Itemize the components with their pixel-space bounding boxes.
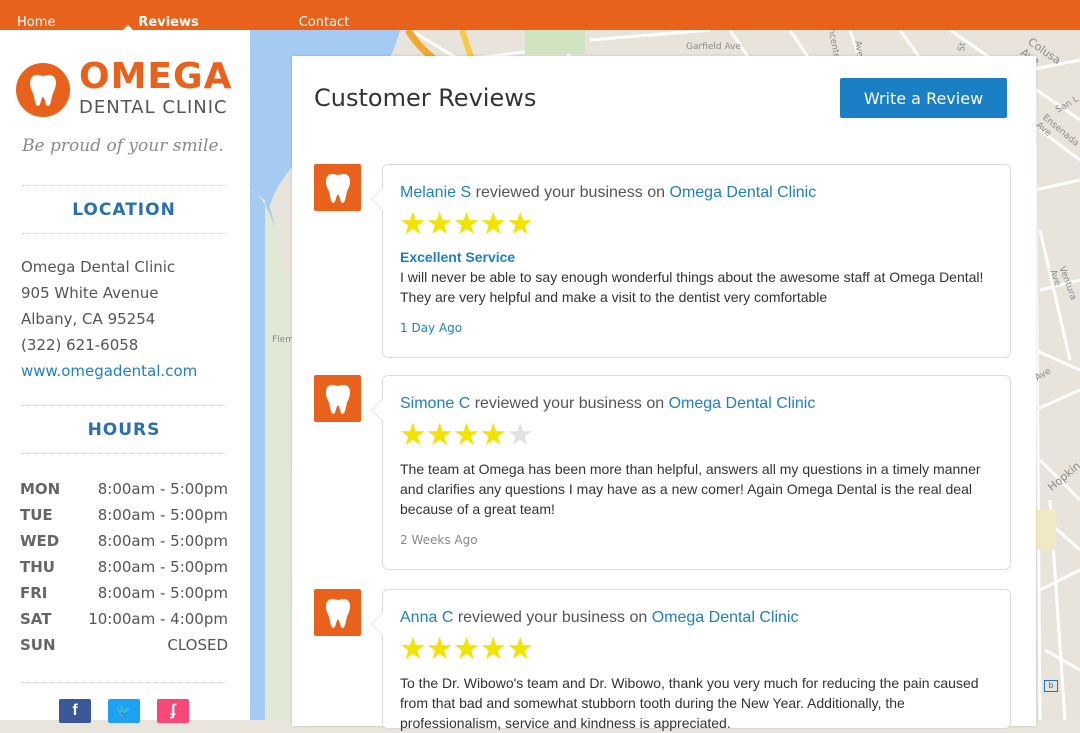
hours-time: 10:00am - 4:00pm: [88, 610, 228, 628]
divider: [22, 185, 226, 186]
review-body: The team at Omega has been more than hel…: [400, 461, 981, 517]
address-line: 905 White Avenue: [21, 284, 159, 302]
star-filled-icon: ★: [452, 417, 481, 452]
divider: [22, 682, 226, 683]
hours-time: CLOSED: [167, 636, 228, 654]
brand-subtitle: DENTAL CLINIC: [79, 97, 228, 118]
top-nav: Home Reviews Contact: [0, 0, 1080, 30]
hours-row: WED 8:00am - 5:00pm: [20, 532, 228, 550]
star-filled-icon: ★: [479, 631, 507, 666]
twitter-icon[interactable]: 🐦: [108, 699, 140, 723]
star-rating: ★★★★★: [399, 417, 534, 452]
hours-day: SAT: [20, 610, 52, 628]
business-link[interactable]: Omega Dental Clinic: [670, 184, 817, 201]
hours-day: MON: [20, 480, 61, 498]
review-title: Excellent Service: [400, 249, 516, 265]
hours-time: 8:00am - 5:00pm: [97, 480, 228, 498]
map-attribution-icon[interactable]: b: [1044, 680, 1058, 692]
review-header: Anna C reviewed your business on Omega D…: [400, 609, 798, 627]
foursquare-icon[interactable]: ʄ: [157, 699, 189, 723]
hours-row: MON 8:00am - 5:00pm: [20, 480, 228, 498]
brand-name: OMEGA: [79, 56, 233, 97]
review-timestamp: 2 Weeks Ago: [400, 533, 478, 547]
review-card: Anna C reviewed your business on Omega D…: [371, 589, 1011, 731]
star-rating: ★★★★★: [399, 631, 534, 666]
sidebar: OMEGA DENTAL CLINIC Be proud of your smi…: [0, 30, 250, 723]
review-connector-text: reviewed your business on: [457, 609, 648, 626]
tagline: Be proud of your smile.: [22, 136, 224, 156]
review-timestamp[interactable]: 1 Day Ago: [400, 321, 462, 335]
star-filled-icon: ★: [506, 631, 534, 666]
reviewer-name-link[interactable]: Melanie S: [400, 184, 471, 201]
business-link[interactable]: Omega Dental Clinic: [652, 609, 799, 626]
review-body: To the Dr. Wibowo's team and Dr. Wibowo,…: [400, 675, 979, 731]
map-label: Garfield Ave: [686, 42, 741, 52]
divider: [22, 405, 226, 406]
hours-row: TUE 8:00am - 5:00pm: [20, 506, 228, 524]
hours-day: THU: [20, 558, 55, 576]
map-label: Flem: [272, 335, 294, 345]
nav-reviews-link[interactable]: Reviews: [138, 15, 198, 30]
tooth-avatar-icon: [314, 589, 361, 636]
hours-row: SUN CLOSED: [20, 636, 228, 654]
hours-day: TUE: [20, 506, 53, 524]
page-title: Customer Reviews: [314, 84, 537, 112]
review-connector-text: reviewed your business on: [475, 184, 666, 201]
phone-number: (322) 621-6058: [21, 336, 139, 354]
star-filled-icon: ★: [425, 631, 454, 666]
location-heading: LOCATION: [72, 200, 176, 220]
facebook-icon[interactable]: f: [59, 699, 91, 723]
hours-day: SUN: [20, 636, 56, 654]
hours-time: 8:00am - 5:00pm: [97, 506, 228, 524]
review-connector-text: reviewed your business on: [474, 395, 665, 412]
map-label: St: [956, 41, 969, 53]
business-link[interactable]: Omega Dental Clinic: [669, 395, 816, 412]
star-filled-icon: ★: [479, 206, 507, 241]
star-filled-icon: ★: [506, 206, 534, 241]
star-filled-icon: ★: [399, 206, 427, 241]
hours-row: FRI 8:00am - 5:00pm: [20, 584, 228, 602]
review-header: Melanie S reviewed your business on Omeg…: [400, 184, 816, 202]
star-filled-icon: ★: [452, 206, 481, 241]
address-line: Albany, CA 95254: [21, 310, 156, 328]
star-filled-icon: ★: [479, 417, 507, 452]
review-card: Melanie S reviewed your business on Omeg…: [371, 164, 1011, 358]
hours-time: 8:00am - 5:00pm: [97, 584, 228, 602]
review-card: Simone C reviewed your business on Omega…: [371, 375, 1011, 570]
divider: [22, 233, 226, 234]
reviewer-name-link[interactable]: Simone C: [400, 395, 470, 412]
hours-row: SAT 10:00am - 4:00pm: [20, 610, 228, 628]
star-filled-icon: ★: [399, 417, 427, 452]
write-review-button[interactable]: Write a Review: [840, 78, 1007, 118]
hours-row: THU 8:00am - 5:00pm: [20, 558, 228, 576]
tooth-logo-icon: [16, 63, 70, 117]
hours-heading: HOURS: [87, 420, 161, 440]
divider: [22, 453, 226, 454]
reviews-panel: Customer Reviews Write a Review Melanie …: [292, 56, 1036, 731]
star-rating: ★★★★★: [399, 206, 534, 241]
active-tab-caret: [123, 25, 133, 30]
hours-day: WED: [20, 532, 60, 550]
hours-time: 8:00am - 5:00pm: [97, 558, 228, 576]
website-link[interactable]: www.omegadental.com: [21, 362, 197, 380]
nav-contact-link[interactable]: Contact: [299, 15, 350, 30]
star-filled-icon: ★: [399, 631, 427, 666]
reviewer-name-link[interactable]: Anna C: [400, 609, 453, 626]
star-filled-icon: ★: [425, 417, 454, 452]
hours-time: 8:00am - 5:00pm: [97, 532, 228, 550]
review-body: I will never be able to say enough wonde…: [400, 269, 984, 305]
hours-day: FRI: [20, 584, 48, 602]
tooth-avatar-icon: [314, 164, 361, 211]
star-filled-icon: ★: [425, 206, 454, 241]
star-empty-icon: ★: [506, 417, 534, 452]
tooth-avatar-icon: [314, 375, 361, 422]
nav-home-link[interactable]: Home: [17, 15, 55, 30]
star-filled-icon: ★: [452, 631, 481, 666]
address-line: Omega Dental Clinic: [21, 258, 176, 276]
review-header: Simone C reviewed your business on Omega…: [400, 395, 815, 413]
